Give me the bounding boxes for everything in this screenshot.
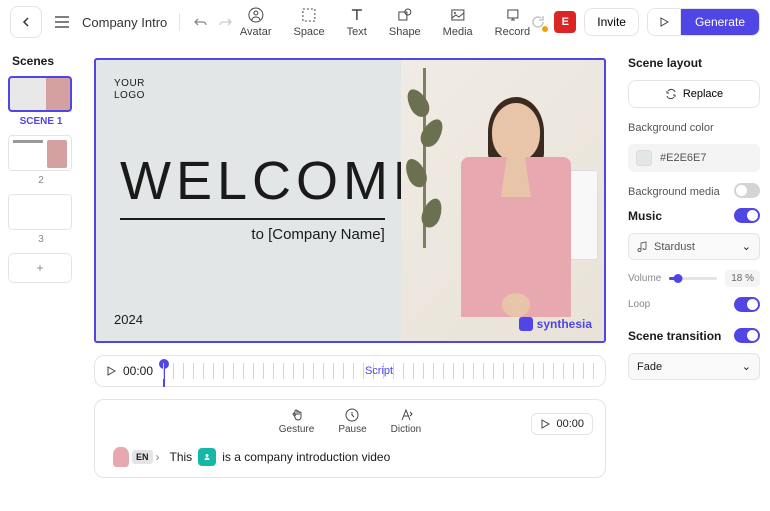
script-tool-gesture[interactable]: Gesture	[279, 408, 315, 435]
transition-label: Scene transition	[628, 329, 721, 343]
volume-value[interactable]: 18 %	[725, 270, 760, 287]
color-swatch-icon	[636, 150, 652, 166]
project-title[interactable]: Company Intro	[82, 15, 167, 30]
divider	[179, 13, 180, 31]
script-voice-selector[interactable]: EN ›	[113, 447, 160, 467]
bg-color-label: Background color	[628, 122, 760, 134]
scene-thumb-2[interactable]	[8, 135, 72, 171]
scene-layout-heading: Scene layout	[628, 56, 760, 70]
music-toggle[interactable]	[734, 208, 760, 223]
user-avatar[interactable]: E	[554, 11, 576, 33]
record-icon	[503, 6, 521, 24]
play-icon	[540, 419, 550, 429]
scenes-heading: Scenes	[8, 54, 74, 68]
avatar-video-area[interactable]: synthesia	[401, 60, 604, 341]
avatar-icon	[247, 6, 265, 24]
shape-icon	[396, 6, 414, 24]
welcome-heading: WELCOME	[120, 154, 385, 208]
generate-button[interactable]: Generate	[681, 9, 759, 35]
chevron-right-icon: ›	[156, 450, 160, 464]
bg-color-picker[interactable]: #E2E6E7	[628, 144, 760, 172]
company-subtitle: to [Company Name]	[120, 226, 385, 243]
verified-token-icon[interactable]	[198, 448, 216, 466]
text-icon	[348, 6, 366, 24]
space-icon	[300, 6, 318, 24]
sync-status-icon	[530, 14, 546, 30]
replace-icon	[665, 88, 677, 100]
divider-line	[120, 218, 385, 220]
timeline-time: 00:00	[123, 364, 153, 378]
undo-button[interactable]	[192, 13, 210, 31]
chevron-down-icon: ⌄	[742, 240, 751, 253]
diction-icon	[399, 408, 413, 422]
synthesia-watermark: synthesia	[519, 317, 592, 331]
timeline-play-button[interactable]	[105, 365, 117, 377]
scene-thumb-3[interactable]	[8, 194, 72, 230]
preview-play-button[interactable]	[648, 9, 681, 35]
canvas[interactable]: YOUR LOGO WELCOME to [Company Name] 2024	[94, 58, 606, 343]
script-text-input[interactable]: This is a company introduction video	[170, 448, 391, 466]
invite-button[interactable]: Invite	[584, 8, 639, 36]
replace-layout-button[interactable]: Replace	[628, 80, 760, 108]
chevron-down-icon: ⌄	[742, 360, 751, 373]
volume-label: Volume	[628, 273, 661, 284]
pause-icon	[345, 408, 359, 422]
tool-record[interactable]: Record	[495, 6, 530, 38]
script-tool-diction[interactable]: Diction	[391, 408, 422, 435]
add-scene-button[interactable]: +	[8, 253, 72, 283]
bg-media-toggle[interactable]	[734, 183, 760, 198]
music-label: Music	[628, 209, 662, 223]
gesture-icon	[290, 408, 304, 422]
scene-label-3: 3	[8, 234, 74, 245]
music-icon	[637, 241, 648, 252]
bg-media-label: Background media	[628, 186, 720, 198]
menu-button[interactable]	[50, 10, 74, 34]
scene-thumb-1[interactable]	[8, 76, 72, 112]
media-icon	[449, 6, 467, 24]
script-duration[interactable]: 00:00	[531, 413, 593, 435]
transition-toggle[interactable]	[734, 328, 760, 343]
scene-label-1: SCENE 1	[8, 116, 74, 127]
welcome-block[interactable]: WELCOME to [Company Name]	[120, 154, 385, 243]
avatar-person	[446, 95, 586, 341]
plant-decoration	[409, 68, 439, 268]
logo-placeholder[interactable]: YOUR LOGO	[114, 78, 383, 102]
bg-color-value: #E2E6E7	[660, 152, 706, 164]
script-tool-pause[interactable]: Pause	[338, 408, 366, 435]
redo-button[interactable]	[216, 13, 234, 31]
timeline-track[interactable]: Script	[163, 356, 595, 386]
year-text[interactable]: 2024	[114, 312, 143, 327]
timeline-script-label: Script	[365, 365, 393, 377]
tool-media[interactable]: Media	[443, 6, 473, 38]
tool-avatar[interactable]: Avatar	[240, 6, 272, 38]
voice-avatar-icon	[113, 447, 129, 467]
timeline[interactable]: 00:00 Script	[94, 355, 606, 387]
tool-shape[interactable]: Shape	[389, 6, 421, 38]
loop-label: Loop	[628, 299, 650, 310]
music-track-select[interactable]: Stardust ⌄	[628, 233, 760, 260]
transition-select[interactable]: Fade ⌄	[628, 353, 760, 380]
language-badge: EN	[132, 450, 153, 464]
volume-slider[interactable]	[669, 277, 717, 280]
back-button[interactable]	[10, 6, 42, 38]
tool-text[interactable]: Text	[347, 6, 367, 38]
tool-space[interactable]: Space	[293, 6, 324, 38]
scene-label-2: 2	[8, 175, 74, 186]
loop-toggle[interactable]	[734, 297, 760, 312]
